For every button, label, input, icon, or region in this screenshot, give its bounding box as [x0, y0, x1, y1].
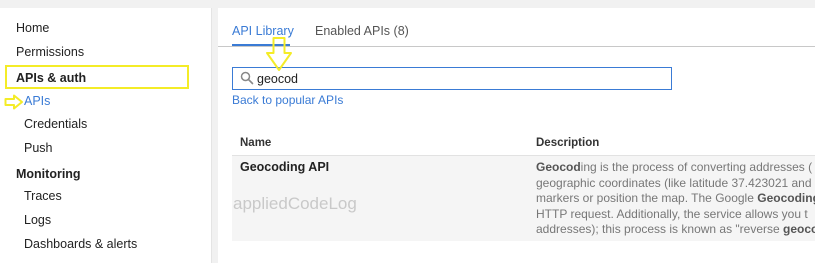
sidebar-item-logs[interactable]: Logs — [24, 213, 51, 227]
sidebar: Home Permissions APIs & auth APIs Creden… — [0, 8, 212, 263]
description-line: Geocoding is the process of converting a… — [536, 160, 813, 174]
description-line: geographic coordinates (like latitude 37… — [536, 175, 812, 190]
sidebar-item-home[interactable]: Home — [16, 21, 49, 35]
search-icon — [240, 71, 254, 85]
back-to-popular-link[interactable]: Back to popular APIs — [232, 93, 343, 107]
search-input[interactable] — [257, 70, 657, 87]
description-line: HTTP request. Additionally, the service … — [536, 206, 808, 221]
sidebar-item-credentials[interactable]: Credentials — [24, 117, 87, 131]
highlight-box — [5, 65, 189, 89]
sidebar-item-apis[interactable]: APIs — [24, 94, 50, 108]
sidebar-item-push[interactable]: Push — [24, 141, 53, 155]
arrow-right-icon — [4, 94, 23, 110]
main-panel: API Library Enabled APIs (8) Back to pop… — [218, 8, 815, 263]
tab-enabled-apis[interactable]: Enabled APIs (8) — [315, 24, 409, 38]
column-header-description[interactable]: Description — [536, 137, 599, 149]
watermark: appliedCodeLog — [233, 194, 357, 213]
api-name-link[interactable]: Geocoding API — [240, 160, 329, 174]
sidebar-item-permissions[interactable]: Permissions — [16, 45, 84, 59]
arrow-down-icon — [266, 37, 292, 71]
description-line: addresses); this process is known as "re… — [536, 222, 815, 236]
tab-divider — [218, 46, 815, 47]
sidebar-section-monitoring[interactable]: Monitoring — [16, 167, 81, 181]
sidebar-item-dashboards-alerts[interactable]: Dashboards & alerts — [24, 237, 137, 251]
search-box[interactable] — [232, 67, 672, 90]
column-header-name[interactable]: Name — [240, 137, 271, 149]
sidebar-item-traces[interactable]: Traces — [24, 189, 62, 203]
description-line: markers or position the map. The Google … — [536, 191, 815, 205]
api-description: Geocoding is the process of converting a… — [536, 160, 815, 241]
